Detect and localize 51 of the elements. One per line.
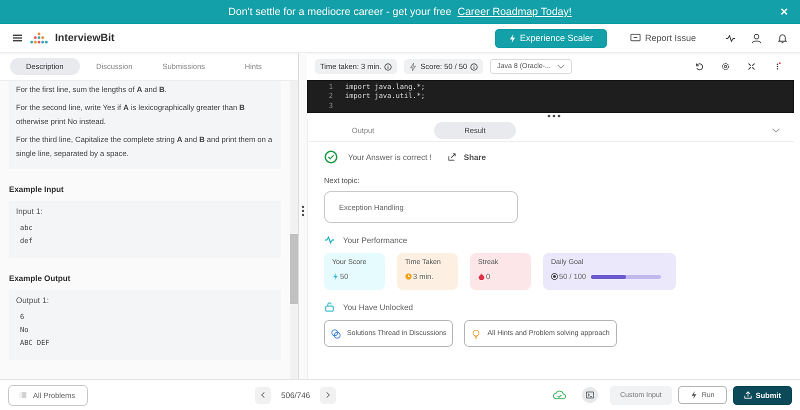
cloud-check-icon[interactable] [553,390,566,400]
section-title: Your Performance [343,236,408,244]
report-issue-button[interactable]: Report Issue [624,32,702,44]
list-icon [19,391,27,399]
chevron-left-icon [261,391,266,399]
terminal-icon [586,391,594,399]
reset-icon[interactable] [695,62,704,71]
lightbulb-icon [471,328,482,338]
info-icon[interactable] [470,62,478,70]
resize-handle-icon[interactable] [546,114,560,118]
section-title: You Have Unlocked [343,302,413,312]
activity-icon [324,235,335,245]
bolt-icon [690,391,698,399]
chevron-right-icon [326,391,330,399]
user-icon[interactable] [751,32,762,44]
upload-icon [744,391,752,399]
chevron-down-icon[interactable] [772,128,780,132]
banner-text: Don't settle for a mediocre career - get your free [228,6,452,18]
roadmap-link[interactable]: Career Roadmap Today! [457,6,572,18]
activity-icon[interactable] [725,32,736,44]
bolt-icon [332,273,339,280]
problem-counter: 506/746 [280,390,312,400]
message-icon [630,33,641,43]
chat-bubbles-icon [331,328,341,338]
bolt-icon [508,34,516,42]
fullscreen-icon[interactable] [747,62,756,71]
share-button[interactable]: Share [442,152,492,162]
logo-text[interactable]: InterviewBit [55,32,115,44]
menu-icon[interactable] [12,33,23,43]
settings-icon[interactable] [721,62,730,71]
unlock-icon [324,302,335,312]
close-button[interactable]: × [780,4,788,19]
bolt-icon [409,62,418,70]
share-icon [448,153,456,161]
console-button[interactable] [582,387,598,403]
chevron-down-icon [556,64,565,69]
check-circle-icon [324,150,338,164]
scrollbar[interactable] [290,81,298,379]
logo-icon [28,32,50,44]
bell-icon[interactable] [777,32,788,44]
experience-scaler-button[interactable]: Experience Scaler [494,28,607,48]
example-heading: Example Output [9,274,72,283]
flame-icon [478,273,485,280]
example-label: Input 1: [16,207,44,216]
info-icon[interactable] [384,62,392,70]
target-icon [551,273,558,280]
success-message: Your Answer is correct ! [348,152,432,162]
clock-icon [405,273,412,280]
example-label: Output 1: [16,296,50,305]
drag-handle-icon[interactable] [301,205,305,217]
example-heading: Example Input [9,185,65,194]
